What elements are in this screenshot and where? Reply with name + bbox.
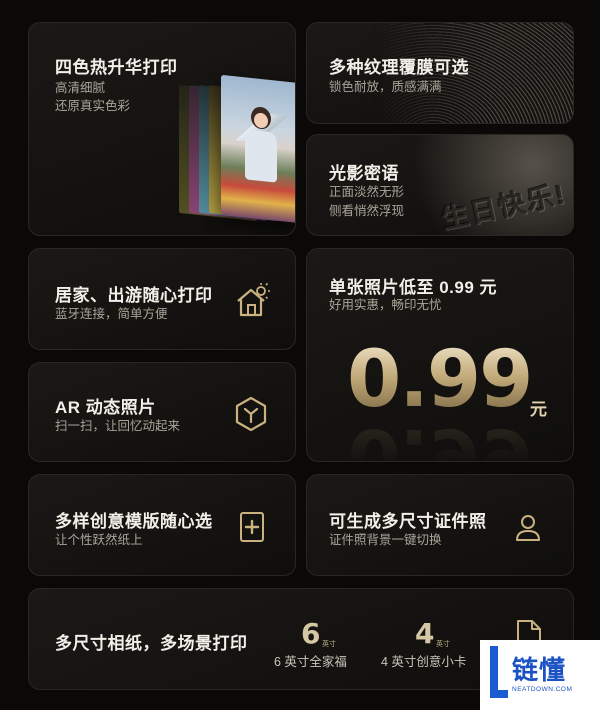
card-title: 居家、出游随心打印 xyxy=(55,286,213,305)
feature-card-light-shadow: 生日快乐! 光影密语 正面淡然无形 侧看悄然浮现 xyxy=(306,134,574,236)
house-sun-icon xyxy=(237,282,270,317)
price-reflection: 0.99 xyxy=(347,411,532,462)
size-4-number: 4 xyxy=(415,617,435,650)
size-6-number: 6 xyxy=(301,617,321,650)
feature-card-texture: 多种纹理覆膜可选 锁色耐放，质感满满 xyxy=(306,22,574,124)
card-title: 多样创意模版随心选 xyxy=(55,512,213,531)
card-subtitle: 锁色耐放，质感满满 xyxy=(329,80,442,94)
card-subtitle: 扫一扫，让回忆动起来 xyxy=(55,419,181,433)
card-subtitle: 还原真实色彩 xyxy=(55,99,131,113)
color-layers-photo-illustration xyxy=(171,74,295,235)
card-title: AR 动态照片 xyxy=(55,398,156,417)
card-subtitle: 好用实惠，畅印无忧 xyxy=(329,298,442,312)
card-title: 多种纹理覆膜可选 xyxy=(329,58,469,77)
price-unit: 元 xyxy=(530,400,547,419)
feature-card-price: 单张照片低至 0.99 元 好用实惠，畅印无忧 0.99 0.99 元 xyxy=(306,248,574,462)
card-subtitle: 让个性跃然纸上 xyxy=(55,533,143,547)
size-4-label: 4 英寸创意小卡 xyxy=(381,655,467,669)
template-plus-icon xyxy=(240,512,264,542)
card-subtitle: 侧看悄然浮现 xyxy=(329,204,405,218)
size-6-label: 6 英寸全家福 xyxy=(274,655,347,669)
feature-card-id-photo: 可生成多尺寸证件照 证件照背景一键切换 xyxy=(306,474,574,576)
watermark-logo: 链懂 NEATDOWN.COM xyxy=(480,640,600,710)
feature-card-four-color: 四色热升华打印 高清细腻 还原真实色彩 xyxy=(28,22,296,236)
feature-card-home-travel: 居家、出游随心打印 蓝牙连接，简单方便 xyxy=(28,248,296,350)
card-title: 单张照片低至 0.99 元 xyxy=(329,278,498,297)
feature-card-ar: AR 动态照片 扫一扫，让回忆动起来 xyxy=(28,362,296,462)
logo-text: 链懂 xyxy=(512,655,567,685)
portrait-photo xyxy=(221,74,295,224)
person-id-icon xyxy=(516,515,540,541)
feature-card-template: 多样创意模版随心选 让个性跃然纸上 xyxy=(28,474,296,576)
size-4-unit: 英寸 xyxy=(436,641,450,648)
logo-subtext: NEATDOWN.COM xyxy=(512,686,573,693)
ar-hexagon-icon xyxy=(235,396,267,432)
card-title: 光影密语 xyxy=(329,164,399,183)
card-subtitle: 证件照背景一键切换 xyxy=(329,533,442,547)
card-title: 可生成多尺寸证件照 xyxy=(329,512,487,531)
card-subtitle: 蓝牙连接，简单方便 xyxy=(55,307,168,321)
card-title: 四色热升华打印 xyxy=(55,58,178,77)
card-subtitle: 高清细腻 xyxy=(55,81,106,95)
logo-mark xyxy=(490,646,508,698)
size-6-unit: 英寸 xyxy=(322,641,336,648)
card-title: 多尺寸相纸，多场景打印 xyxy=(55,634,248,653)
card-subtitle: 正面淡然无形 xyxy=(329,185,405,199)
